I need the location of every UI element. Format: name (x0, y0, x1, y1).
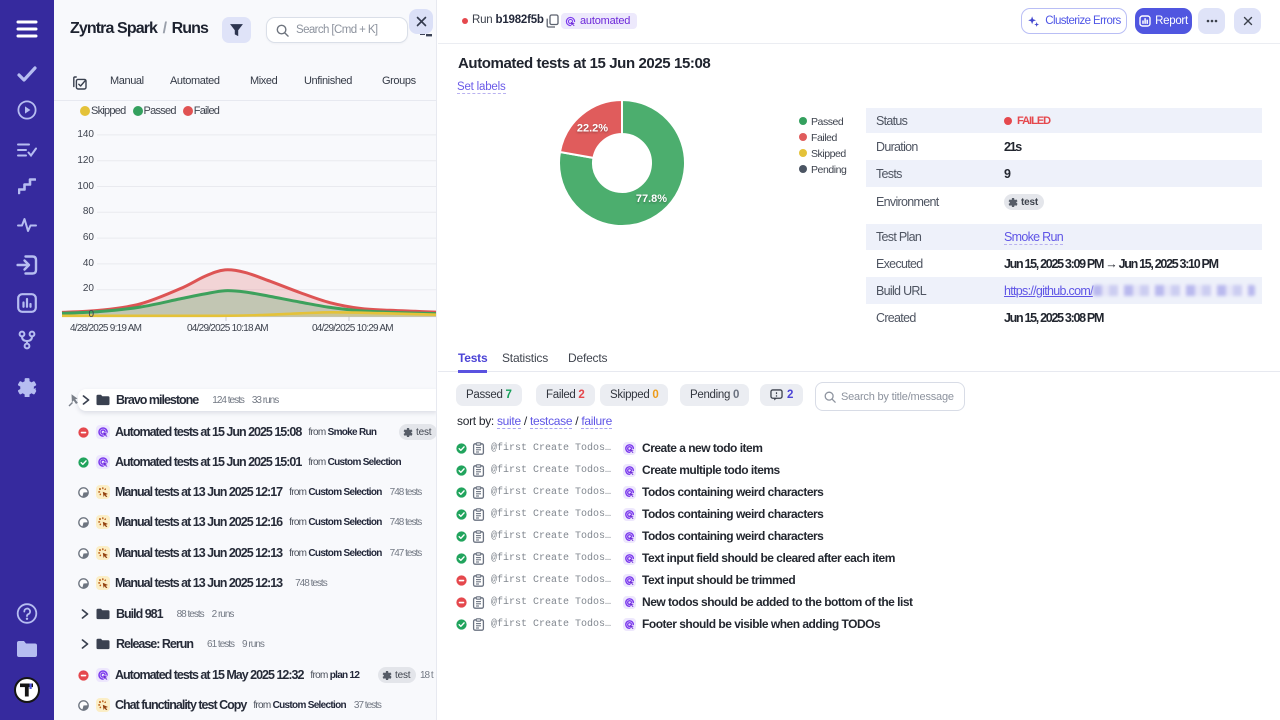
svg-text:22.2%: 22.2% (577, 123, 608, 135)
svg-text:77.8%: 77.8% (636, 193, 667, 205)
